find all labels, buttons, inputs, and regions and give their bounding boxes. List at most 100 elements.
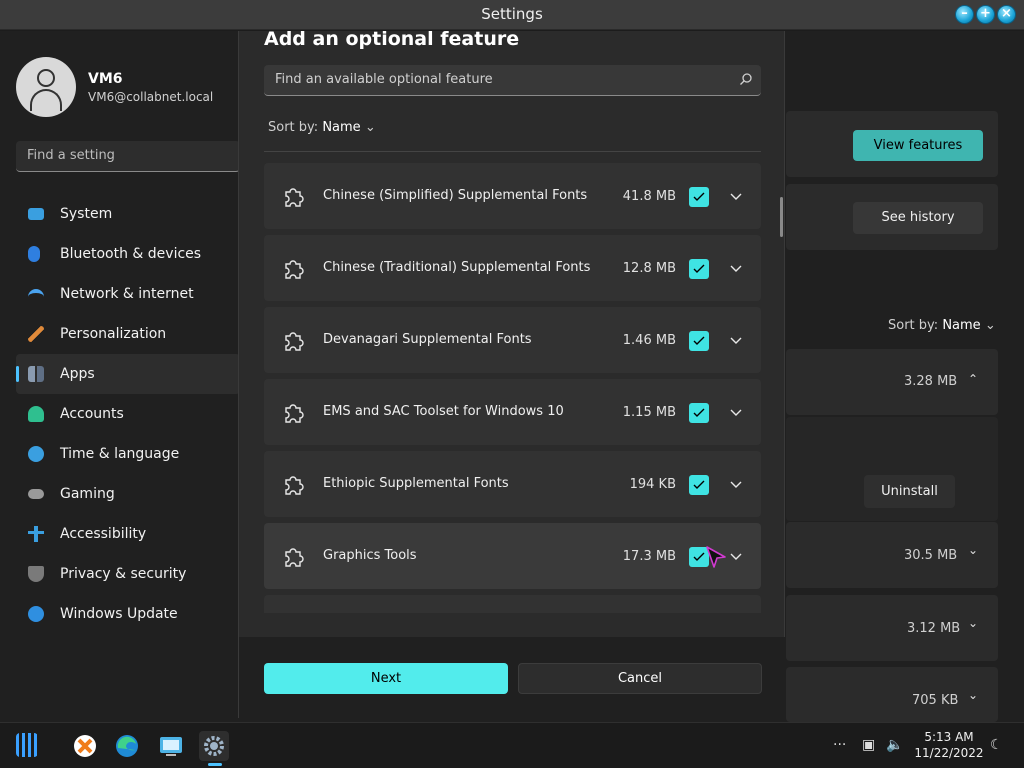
- uninstall-button[interactable]: Uninstall: [864, 475, 955, 508]
- view-features-button[interactable]: View features: [853, 130, 983, 161]
- dialog-sort[interactable]: Sort by: Name ⌄: [268, 120, 376, 135]
- puzzle-icon: [285, 188, 304, 207]
- close-button[interactable]: ×: [997, 5, 1016, 24]
- minimize-button[interactable]: –: [955, 5, 974, 24]
- feature-checkbox[interactable]: [689, 331, 709, 351]
- feature-row[interactable]: Chinese (Traditional) Supplemental Fonts…: [264, 235, 761, 301]
- sort-label: Sort by:: [268, 120, 319, 135]
- installed-sort[interactable]: Sort by: Name ⌄: [888, 318, 996, 333]
- next-button[interactable]: Next: [264, 663, 508, 694]
- sidebar-item-accounts[interactable]: Accounts: [16, 394, 240, 434]
- volume-icon[interactable]: 🔈: [886, 737, 903, 753]
- feature-checkbox[interactable]: [689, 475, 709, 495]
- xampp-icon[interactable]: [70, 731, 100, 761]
- settings-app-icon[interactable]: [199, 731, 229, 761]
- sidebar-item-network[interactable]: Network & internet: [16, 274, 240, 314]
- installed-feature-size: 3.28 MB: [904, 374, 958, 389]
- taskbar: ··· ▣ 🔈 5:13 AM 11/22/2022 ☾: [0, 722, 1024, 768]
- installed-feature-row[interactable]: [786, 522, 998, 588]
- feature-checkbox[interactable]: [689, 259, 709, 279]
- cancel-button[interactable]: Cancel: [518, 663, 762, 694]
- sort-value: Name: [322, 120, 361, 135]
- sidebar-item-bluetooth[interactable]: Bluetooth & devices: [16, 234, 240, 274]
- network-icon[interactable]: ▣: [862, 737, 875, 753]
- person-icon: [28, 406, 44, 422]
- sidebar-item-system[interactable]: System: [16, 194, 240, 234]
- sidebar-item-apps[interactable]: Apps: [16, 354, 240, 394]
- active-app-indicator: [208, 763, 222, 766]
- feature-row[interactable]: Ethiopic Supplemental Fonts 194 KB: [264, 451, 761, 517]
- installed-feature-row[interactable]: [786, 595, 998, 661]
- puzzle-icon: [285, 332, 304, 351]
- feature-size: 1.46 MB: [622, 333, 676, 348]
- settings-app: VM6 VM6@collabnet.local Find a setting S…: [0, 28, 1024, 722]
- sidebar-item-label: Apps: [60, 366, 95, 382]
- sidebar-item-personalization[interactable]: Personalization: [16, 314, 240, 354]
- scrollbar[interactable]: [780, 197, 783, 237]
- puzzle-icon: [285, 404, 304, 423]
- installed-feature-row[interactable]: [786, 667, 998, 722]
- overflow-icon[interactable]: ···: [833, 737, 846, 753]
- clock-time: 5:13 AM: [924, 730, 974, 744]
- divider: [264, 151, 761, 152]
- apps-icon: [28, 366, 44, 382]
- feature-checkbox[interactable]: [689, 403, 709, 423]
- feature-row[interactable]: EMS and SAC Toolset for Windows 10 1.15 …: [264, 379, 761, 445]
- installed-feature-row[interactable]: [786, 349, 998, 415]
- feature-row[interactable]: Devanagari Supplemental Fonts 1.46 MB: [264, 307, 761, 373]
- window-controls: – + ×: [955, 5, 1016, 24]
- sort-label: Sort by:: [888, 318, 939, 333]
- feature-name: Graphics Tools: [323, 548, 417, 563]
- sidebar-item-label: Gaming: [60, 486, 115, 502]
- chevron-down-icon[interactable]: [729, 261, 743, 275]
- edge-browser-icon[interactable]: [112, 731, 142, 761]
- search-icon: [740, 73, 752, 85]
- puzzle-icon: [285, 548, 304, 567]
- add-optional-feature-dialog: Add an optional feature Find an availabl…: [238, 28, 786, 718]
- feature-size: 1.15 MB: [622, 405, 676, 420]
- feature-search-placeholder: Find an available optional feature: [275, 72, 493, 87]
- feature-list: Chinese (Simplified) Supplemental Fonts …: [264, 159, 761, 613]
- feature-checkbox[interactable]: [689, 187, 709, 207]
- feature-row[interactable]: Graphics Tools 17.3 MB: [264, 523, 761, 589]
- chevron-down-icon[interactable]: [729, 405, 743, 419]
- chevron-up-icon[interactable]: ⌃: [968, 372, 978, 386]
- clock[interactable]: 5:13 AM 11/22/2022: [914, 729, 984, 761]
- see-history-button[interactable]: See history: [853, 202, 983, 234]
- feature-search-input[interactable]: Find an available optional feature: [264, 65, 761, 96]
- title-bar: Settings – + ×: [0, 0, 1024, 30]
- bluetooth-icon: [28, 246, 40, 262]
- avatar: [16, 57, 76, 117]
- chevron-down-icon[interactable]: ⌄: [968, 616, 978, 630]
- wifi-icon: [28, 289, 44, 299]
- sidebar-item-label: Time & language: [60, 446, 180, 462]
- chevron-down-icon[interactable]: [729, 189, 743, 203]
- maximize-button[interactable]: +: [976, 5, 995, 24]
- sidebar-item-label: System: [60, 206, 113, 222]
- sidebar-item-accessibility[interactable]: Accessibility: [16, 514, 240, 554]
- feature-size: 194 KB: [629, 477, 676, 492]
- find-setting-placeholder: Find a setting: [27, 148, 115, 163]
- installed-feature-size: 3.12 MB: [907, 621, 961, 636]
- window-title: Settings: [481, 5, 543, 23]
- start-menu-icon[interactable]: [16, 733, 38, 757]
- clock-date: 11/22/2022: [914, 746, 984, 760]
- notifications-icon[interactable]: ☾: [990, 737, 1003, 753]
- sidebar-item-label: Bluetooth & devices: [60, 246, 202, 262]
- feature-row-partial[interactable]: [264, 595, 761, 613]
- sidebar-item-gaming[interactable]: Gaming: [16, 474, 240, 514]
- update-icon: [28, 606, 44, 622]
- sidebar-item-privacy[interactable]: Privacy & security: [16, 554, 240, 594]
- chevron-down-icon[interactable]: [729, 333, 743, 347]
- chevron-down-icon[interactable]: [729, 477, 743, 491]
- chevron-down-icon[interactable]: [729, 549, 743, 563]
- chevron-down-icon[interactable]: ⌄: [968, 543, 978, 557]
- brush-icon: [28, 326, 44, 342]
- accessibility-icon: [28, 526, 44, 542]
- feature-row[interactable]: Chinese (Simplified) Supplemental Fonts …: [264, 163, 761, 229]
- chevron-down-icon[interactable]: ⌄: [968, 688, 978, 702]
- sidebar-item-time-language[interactable]: Time & language: [16, 434, 240, 474]
- sidebar-item-windows-update[interactable]: Windows Update: [16, 594, 240, 634]
- control-panel-icon[interactable]: [156, 731, 186, 761]
- find-setting-input[interactable]: Find a setting: [16, 141, 240, 172]
